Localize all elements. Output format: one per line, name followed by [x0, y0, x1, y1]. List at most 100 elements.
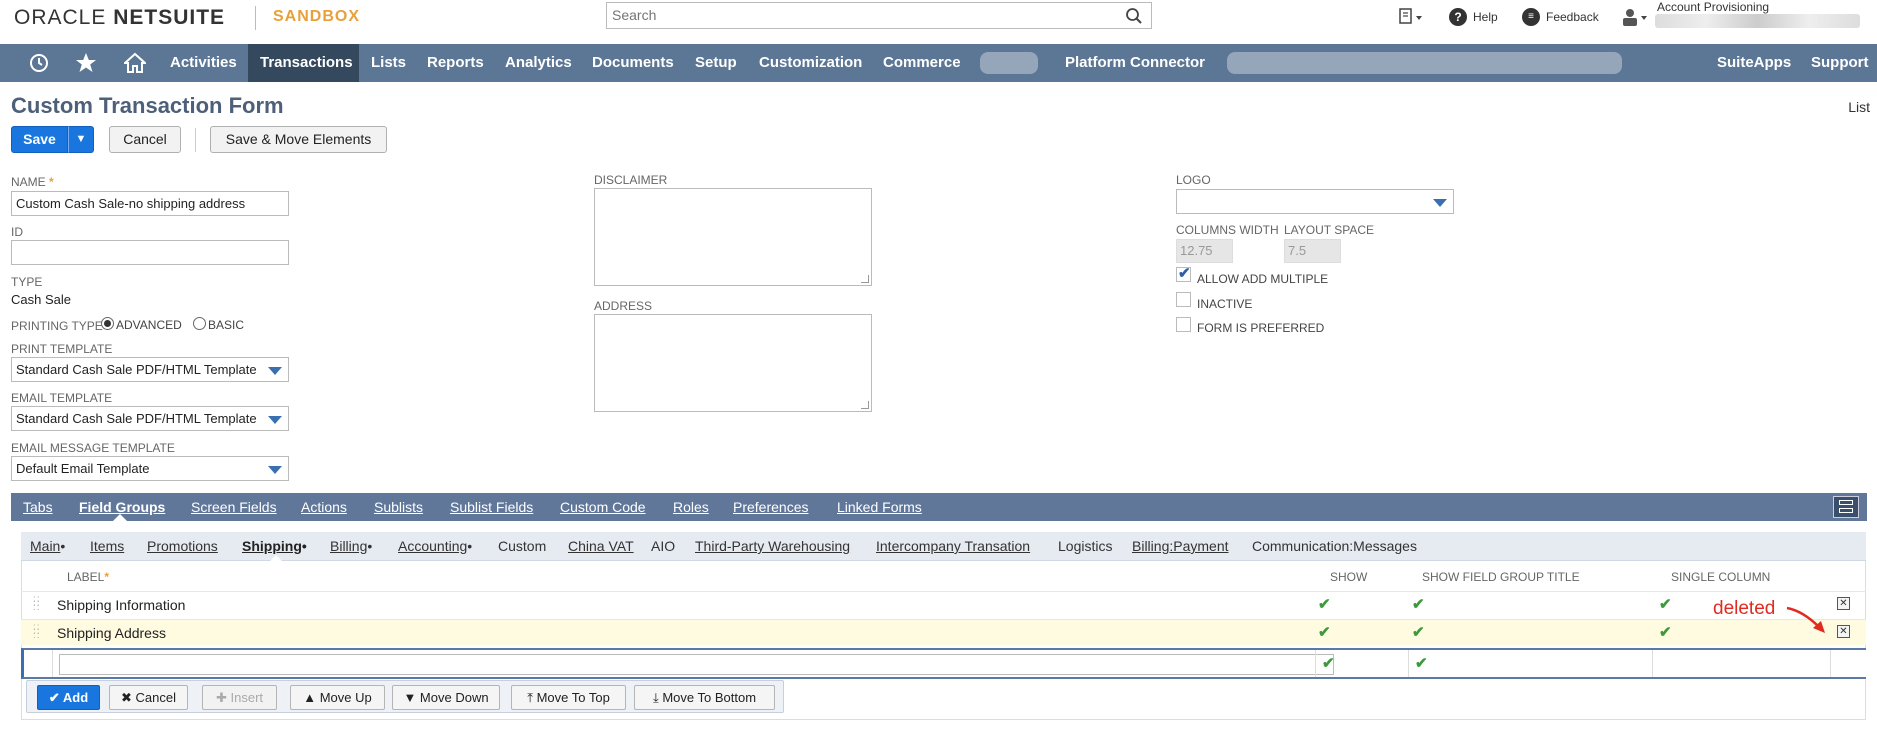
form-preferred-checkbox[interactable] [1176, 317, 1191, 332]
print-template-label: PRINT TEMPLATE [11, 342, 113, 356]
move-up-button[interactable]: ▲ Move Up [290, 685, 385, 710]
inner-tab-accounting[interactable]: Accounting• [398, 532, 472, 561]
new-show-check-icon[interactable]: ✔ [1322, 654, 1335, 672]
column-header-label[interactable]: LABEL* [67, 570, 109, 584]
nav-customization[interactable]: Customization [747, 44, 874, 82]
nav-transactions[interactable]: Transactions [248, 44, 359, 82]
nav-support[interactable]: Support [1799, 44, 1877, 82]
inner-tab-communication-messages[interactable]: Communication:Messages [1252, 532, 1417, 561]
remove-row-icon[interactable]: ✕ [1837, 597, 1850, 610]
nav-lists[interactable]: Lists [359, 44, 418, 82]
logo-oracle-text: ORACLE [14, 6, 107, 29]
save-button[interactable]: Save [11, 126, 68, 153]
email-message-template-select[interactable]: Default Email Template [11, 456, 289, 481]
disclaimer-textarea[interactable] [594, 188, 872, 286]
column-header-show-title[interactable]: SHOW FIELD GROUP TITLE [1422, 570, 1580, 584]
inner-tab-intercompany[interactable]: Intercompany Transation [876, 532, 1030, 561]
nav-commerce[interactable]: Commerce [871, 44, 973, 82]
inner-tab-promotions[interactable]: Promotions [147, 532, 218, 561]
subtab-roles[interactable]: Roles [673, 493, 709, 521]
subtab-preferences[interactable]: Preferences [733, 493, 808, 521]
subtab-tabs[interactable]: Tabs [23, 493, 53, 521]
table-row[interactable]: :::::: Shipping Information ✔ ✔ ✔ ✕ [21, 591, 1866, 617]
global-search[interactable] [606, 2, 1152, 29]
chevron-down-icon [1433, 199, 1447, 207]
cancel-button[interactable]: Cancel [109, 126, 181, 153]
id-field[interactable] [11, 240, 289, 265]
insert-row-button[interactable]: ✚ Insert [202, 685, 277, 710]
home-icon[interactable] [124, 52, 146, 74]
resize-handle-icon[interactable] [861, 401, 869, 409]
nav-setup[interactable]: Setup [683, 44, 749, 82]
remove-row-icon[interactable]: ✕ [1837, 625, 1850, 638]
name-field-label: NAME * [11, 175, 54, 189]
email-template-label: EMAIL TEMPLATE [11, 391, 113, 405]
nav-activities[interactable]: Activities [158, 44, 249, 82]
email-template-select[interactable]: Standard Cash Sale PDF/HTML Template [11, 406, 289, 431]
cancel-row-button[interactable]: ✖ Cancel [109, 685, 188, 710]
nav-reports[interactable]: Reports [415, 44, 496, 82]
recent-history-icon[interactable] [28, 52, 50, 74]
arrow-bottom-icon: ⤓ [652, 690, 663, 705]
subtab-actions[interactable]: Actions [301, 493, 347, 521]
search-icon[interactable] [1125, 7, 1143, 25]
save-move-elements-button[interactable]: Save & Move Elements [210, 126, 387, 153]
subtab-sublist-fields[interactable]: Sublist Fields [450, 493, 533, 521]
move-to-top-button[interactable]: ⤒ Move To Top [511, 685, 626, 710]
columns-width-label: COLUMNS WIDTH [1176, 223, 1279, 237]
inner-tab-billing[interactable]: Billing• [330, 532, 372, 561]
layout-toggle-icon[interactable] [1833, 496, 1859, 518]
subtab-sublists[interactable]: Sublists [374, 493, 423, 521]
subtab-screen-fields[interactable]: Screen Fields [191, 493, 277, 521]
printing-basic-label: BASIC [208, 318, 245, 332]
new-show-title-check-icon[interactable]: ✔ [1415, 654, 1428, 672]
table-row[interactable]: :::::: Shipping Address ✔ ✔ ✔ ✕ [21, 619, 1866, 645]
nav-analytics[interactable]: Analytics [493, 44, 584, 82]
documents-dropdown-icon [1399, 8, 1422, 24]
list-link[interactable]: List [1848, 99, 1870, 115]
subtab-custom-code[interactable]: Custom Code [560, 493, 646, 521]
favorites-star-icon[interactable] [75, 52, 97, 74]
inner-tab-china-vat[interactable]: China VAT [568, 532, 634, 561]
search-input[interactable] [607, 3, 1107, 27]
inner-tab-custom[interactable]: Custom [498, 532, 546, 561]
inner-tab-items[interactable]: Items [90, 532, 124, 561]
inner-tab-logistics[interactable]: Logistics [1058, 532, 1112, 561]
nav-redacted-items[interactable] [1227, 52, 1622, 74]
help-link[interactable]: ? Help [1449, 6, 1498, 28]
nav-platform-connector[interactable]: Platform Connector [1053, 44, 1217, 82]
drag-handle-icon[interactable]: :::::: [33, 623, 41, 641]
inactive-checkbox[interactable] [1176, 292, 1191, 307]
move-down-button[interactable]: ▼ Move Down [392, 685, 500, 710]
save-options-dropdown[interactable]: ▼ [68, 126, 94, 153]
nav-suiteapps[interactable]: SuiteApps [1705, 44, 1803, 82]
column-header-show[interactable]: SHOW [1330, 570, 1367, 584]
print-template-select[interactable]: Standard Cash Sale PDF/HTML Template [11, 357, 289, 382]
user-menu[interactable] [1620, 6, 1650, 28]
allow-add-multiple-checkbox[interactable]: ✔ [1176, 265, 1191, 282]
nav-documents[interactable]: Documents [580, 44, 686, 82]
name-field[interactable] [11, 191, 289, 216]
inner-tab-billing-payment[interactable]: Billing:Payment [1132, 532, 1229, 561]
id-field-label: ID [11, 225, 23, 239]
subtab-linked-forms[interactable]: Linked Forms [837, 493, 922, 521]
inner-tab-third-party-warehousing[interactable]: Third-Party Warehousing [695, 532, 850, 561]
feedback-link[interactable]: ≡ Feedback [1522, 6, 1599, 28]
column-header-single-column[interactable]: SINGLE COLUMN [1671, 570, 1770, 584]
logo-select[interactable] [1176, 189, 1454, 214]
inner-tab-main[interactable]: Main• [30, 532, 65, 561]
printing-basic-radio[interactable] [193, 317, 206, 330]
nav-redacted-item[interactable] [980, 52, 1038, 74]
resize-handle-icon[interactable] [861, 275, 869, 283]
printing-advanced-radio[interactable] [101, 317, 114, 330]
move-to-bottom-button[interactable]: ⤓ Move To Bottom [634, 685, 775, 710]
drag-handle-icon[interactable]: :::::: [33, 595, 41, 613]
recent-records-menu[interactable] [1398, 6, 1426, 28]
address-textarea[interactable] [594, 314, 872, 412]
add-row-button[interactable]: ✔ Add [37, 685, 100, 710]
arrow-down-icon: ▼ [403, 690, 420, 705]
row-label: Shipping Information [57, 597, 186, 613]
netsuite-logo[interactable]: ORACLE NETSUITE [14, 6, 225, 30]
new-label-input[interactable] [59, 654, 1334, 675]
inner-tab-aio[interactable]: AIO [651, 532, 675, 561]
